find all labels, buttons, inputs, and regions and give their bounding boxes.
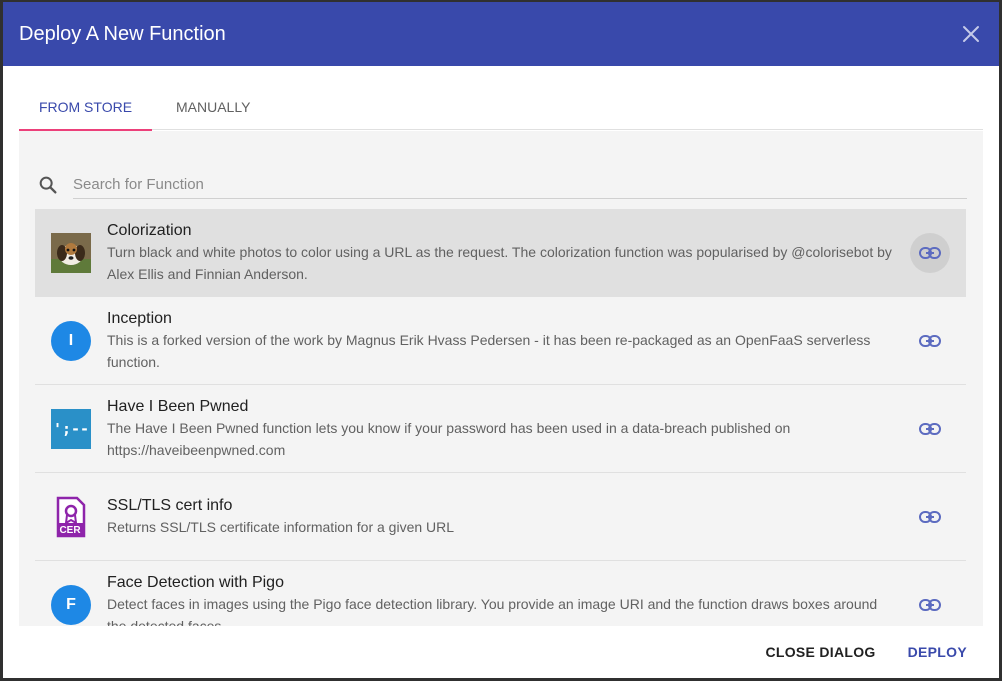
letter-avatar-icon: F <box>51 584 91 625</box>
close-dialog-button[interactable]: CLOSE DIALOG <box>749 634 891 670</box>
dialog-title: Deploy A New Function <box>19 22 226 45</box>
link-icon[interactable] <box>910 232 950 273</box>
close-icon[interactable] <box>959 22 983 46</box>
item-text: Face Detection with Pigo Detect faces in… <box>107 573 896 628</box>
list-item-inception[interactable]: I Inception This is a forked version of … <box>35 297 966 385</box>
dog-photo-icon <box>51 232 91 273</box>
list-item-colorization[interactable]: Colorization Turn black and white photos… <box>35 209 966 297</box>
link-icon[interactable] <box>910 497 950 537</box>
item-description: This is a forked version of the work by … <box>107 331 871 370</box>
item-description: Turn black and white photos to color usi… <box>107 243 892 282</box>
link-icon[interactable] <box>910 585 950 625</box>
function-list: Colorization Turn black and white photos… <box>35 209 966 627</box>
list-item-have-i-been-pwned[interactable]: ';-- Have I Been Pwned The Have I Been P… <box>35 385 966 473</box>
link-icon[interactable] <box>910 321 950 361</box>
list-item-face-detection[interactable]: F Face Detection with Pigo Detect faces … <box>35 561 966 627</box>
item-description: Returns SSL/TLS certificate information … <box>107 518 455 535</box>
tab-from-store[interactable]: FROM STORE <box>19 84 152 131</box>
item-text: Inception This is a forked version of th… <box>107 309 896 373</box>
certificate-icon: CER <box>51 496 91 537</box>
dialog-actions: CLOSE DIALOG DEPLOY <box>3 626 999 678</box>
dialog-header: Deploy A New Function <box>3 2 999 66</box>
tab-manually[interactable]: MANUALLY <box>152 84 274 130</box>
item-text: Have I Been Pwned The Have I Been Pwned … <box>107 397 896 461</box>
item-title: Face Detection with Pigo <box>107 573 284 591</box>
function-store-panel: Colorization Turn black and white photos… <box>19 131 983 627</box>
tab-bar: FROM STORE MANUALLY <box>19 84 983 131</box>
search-icon <box>39 176 57 194</box>
deploy-button[interactable]: DEPLOY <box>892 634 983 670</box>
deploy-function-dialog: Deploy A New Function FROM STORE MANUALL… <box>3 2 999 678</box>
item-title: Inception <box>107 309 172 327</box>
certificate-badge-text: CER <box>59 524 81 536</box>
search-row <box>37 171 967 199</box>
item-text: SSL/TLS cert info Returns SSL/TLS certif… <box>107 496 896 538</box>
item-description: The Have I Been Pwned function lets you … <box>107 419 791 458</box>
item-title: Colorization <box>107 221 192 239</box>
item-text: Colorization Turn black and white photos… <box>107 221 896 285</box>
search-input[interactable] <box>73 171 967 199</box>
list-item-ssl-tls-cert-info[interactable]: CER SSL/TLS cert info Returns SSL/TLS ce… <box>35 473 966 561</box>
letter-avatar-icon: I <box>51 320 91 361</box>
item-title: Have I Been Pwned <box>107 397 249 415</box>
hibp-logo-icon: ';-- <box>51 408 91 449</box>
item-description: Detect faces in images using the Pigo fa… <box>107 595 878 628</box>
item-title: SSL/TLS cert info <box>107 496 233 514</box>
link-icon[interactable] <box>910 409 950 449</box>
